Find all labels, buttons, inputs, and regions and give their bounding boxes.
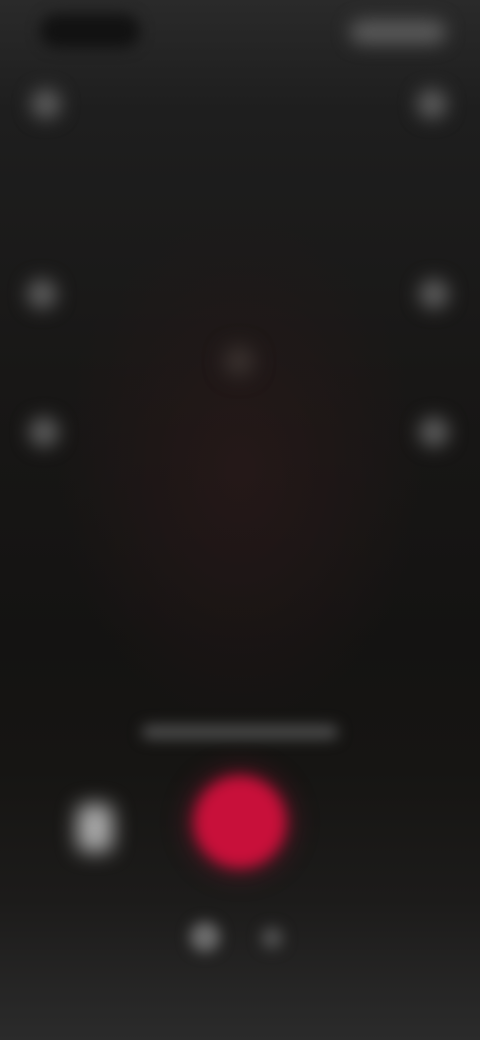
settings-icon [417,89,447,119]
record-button[interactable] [188,770,292,874]
close-button[interactable] [24,82,68,126]
timer-icon [419,417,449,447]
record-hint-text [142,725,338,739]
bottom-bar [0,990,480,1040]
camera-screen [0,0,480,1040]
settings-button[interactable] [410,82,454,126]
flip-camera-icon [27,279,57,309]
speed-icon [29,417,59,447]
mode-option[interactable] [254,920,290,956]
gallery-button[interactable] [70,795,120,861]
flip-camera-button[interactable] [20,272,64,316]
record-icon [194,776,286,868]
status-time [40,14,140,48]
mode-dot-active [190,922,220,952]
status-icons [350,20,446,44]
record-hint [136,718,344,746]
flash-button[interactable] [412,272,456,316]
flash-icon [419,279,449,309]
gallery-thumbnail [77,804,113,852]
focus-icon [224,346,254,376]
timer-button[interactable] [412,410,456,454]
mode-dot [261,927,283,949]
speed-button[interactable] [22,410,66,454]
status-bar [0,0,480,60]
close-icon [31,89,61,119]
mode-option-active[interactable] [184,916,226,958]
